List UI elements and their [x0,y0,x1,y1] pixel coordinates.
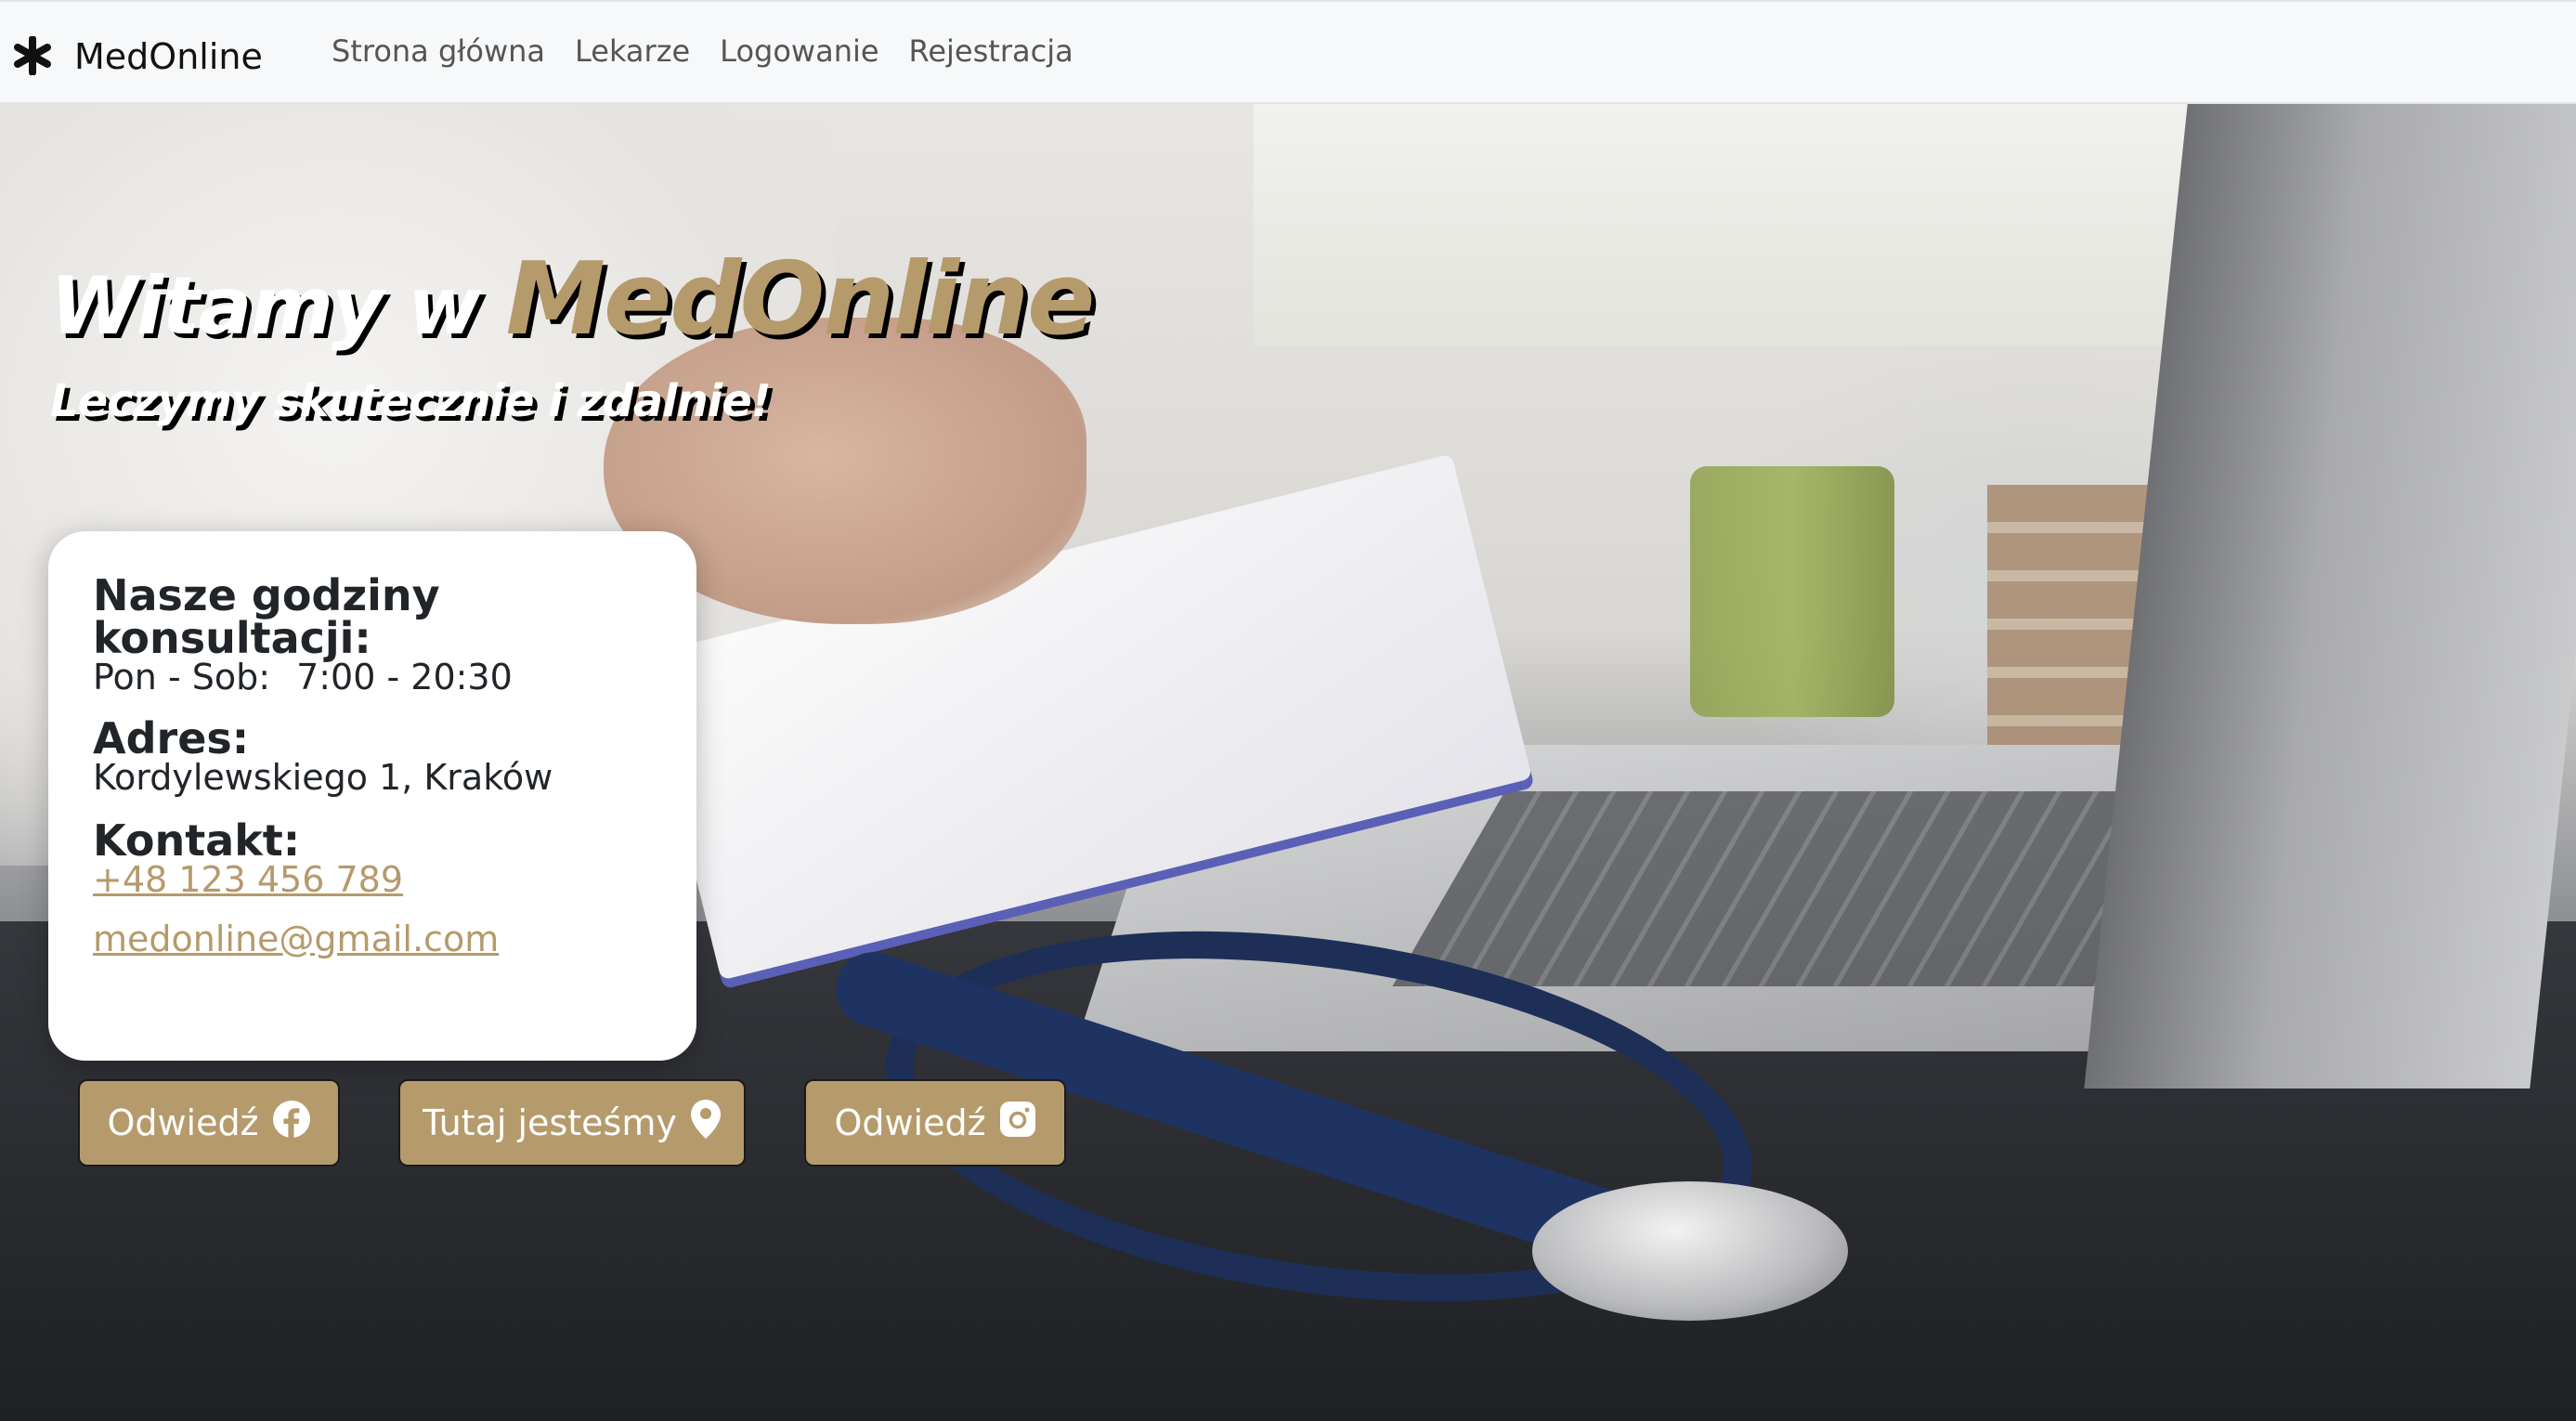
brand-link[interactable]: MedOnline [13,30,263,84]
navbar: MedOnline Strona główna Lekarze Logowani… [0,0,2576,104]
facebook-button[interactable]: Odwiedź [78,1079,340,1167]
instagram-button[interactable]: Odwiedź [804,1079,1066,1167]
brand-name: MedOnline [74,36,263,77]
hours-heading: Nasze godziny konsultacji: [93,570,440,663]
map-pin-icon [690,1099,722,1148]
location-button[interactable]: Tutaj jesteśmy [398,1079,746,1167]
hours-time: 7:00 - 20:30 [296,657,513,697]
background-photo-cup [1690,466,1894,717]
asterisk-icon [13,30,54,84]
address-text: Kordylewskiego 1, Kraków [93,757,553,798]
contact-heading: Kontakt: [93,815,301,866]
instagram-button-label: Odwiedź [834,1102,986,1143]
nav-link-login[interactable]: Logowanie [720,33,878,69]
location-button-label: Tutaj jesteśmy [423,1102,677,1143]
nav-link-home[interactable]: Strona główna [332,33,545,69]
nav-links: Strona główna Lekarze Logowanie Rejestra… [332,33,1103,69]
background-photo-window [1254,104,2275,345]
info-card: Nasze godziny konsultacji: Pon - Sob: 7:0… [48,531,696,1061]
nav-link-doctors[interactable]: Lekarze [575,33,690,69]
instagram-icon [999,1101,1036,1146]
hours-text: Pon - Sob: 7:00 - 20:30 [93,659,696,695]
facebook-button-label: Odwiedź [107,1102,259,1143]
hero-title: Witamy w MedOnline [50,241,1096,358]
hero-subtitle: Leczymy skutecznie i zdalnie! [50,375,772,427]
hero-section: Witamy w MedOnline Leczymy skutecznie i … [0,104,2576,1421]
hero-title-prefix: Witamy w [50,260,482,353]
email-link[interactable]: medonline@gmail.com [93,921,696,957]
nav-link-register[interactable]: Rejestracja [909,33,1073,69]
phone-link[interactable]: +48 123 456 789 [93,862,696,897]
address-heading: Adres: [93,713,250,763]
background-photo-stethoscope-chestpiece [1532,1181,1848,1321]
hours-days: Pon - Sob: [93,657,271,697]
hero-title-brand: MedOnline [505,241,1096,358]
facebook-icon [272,1100,311,1147]
